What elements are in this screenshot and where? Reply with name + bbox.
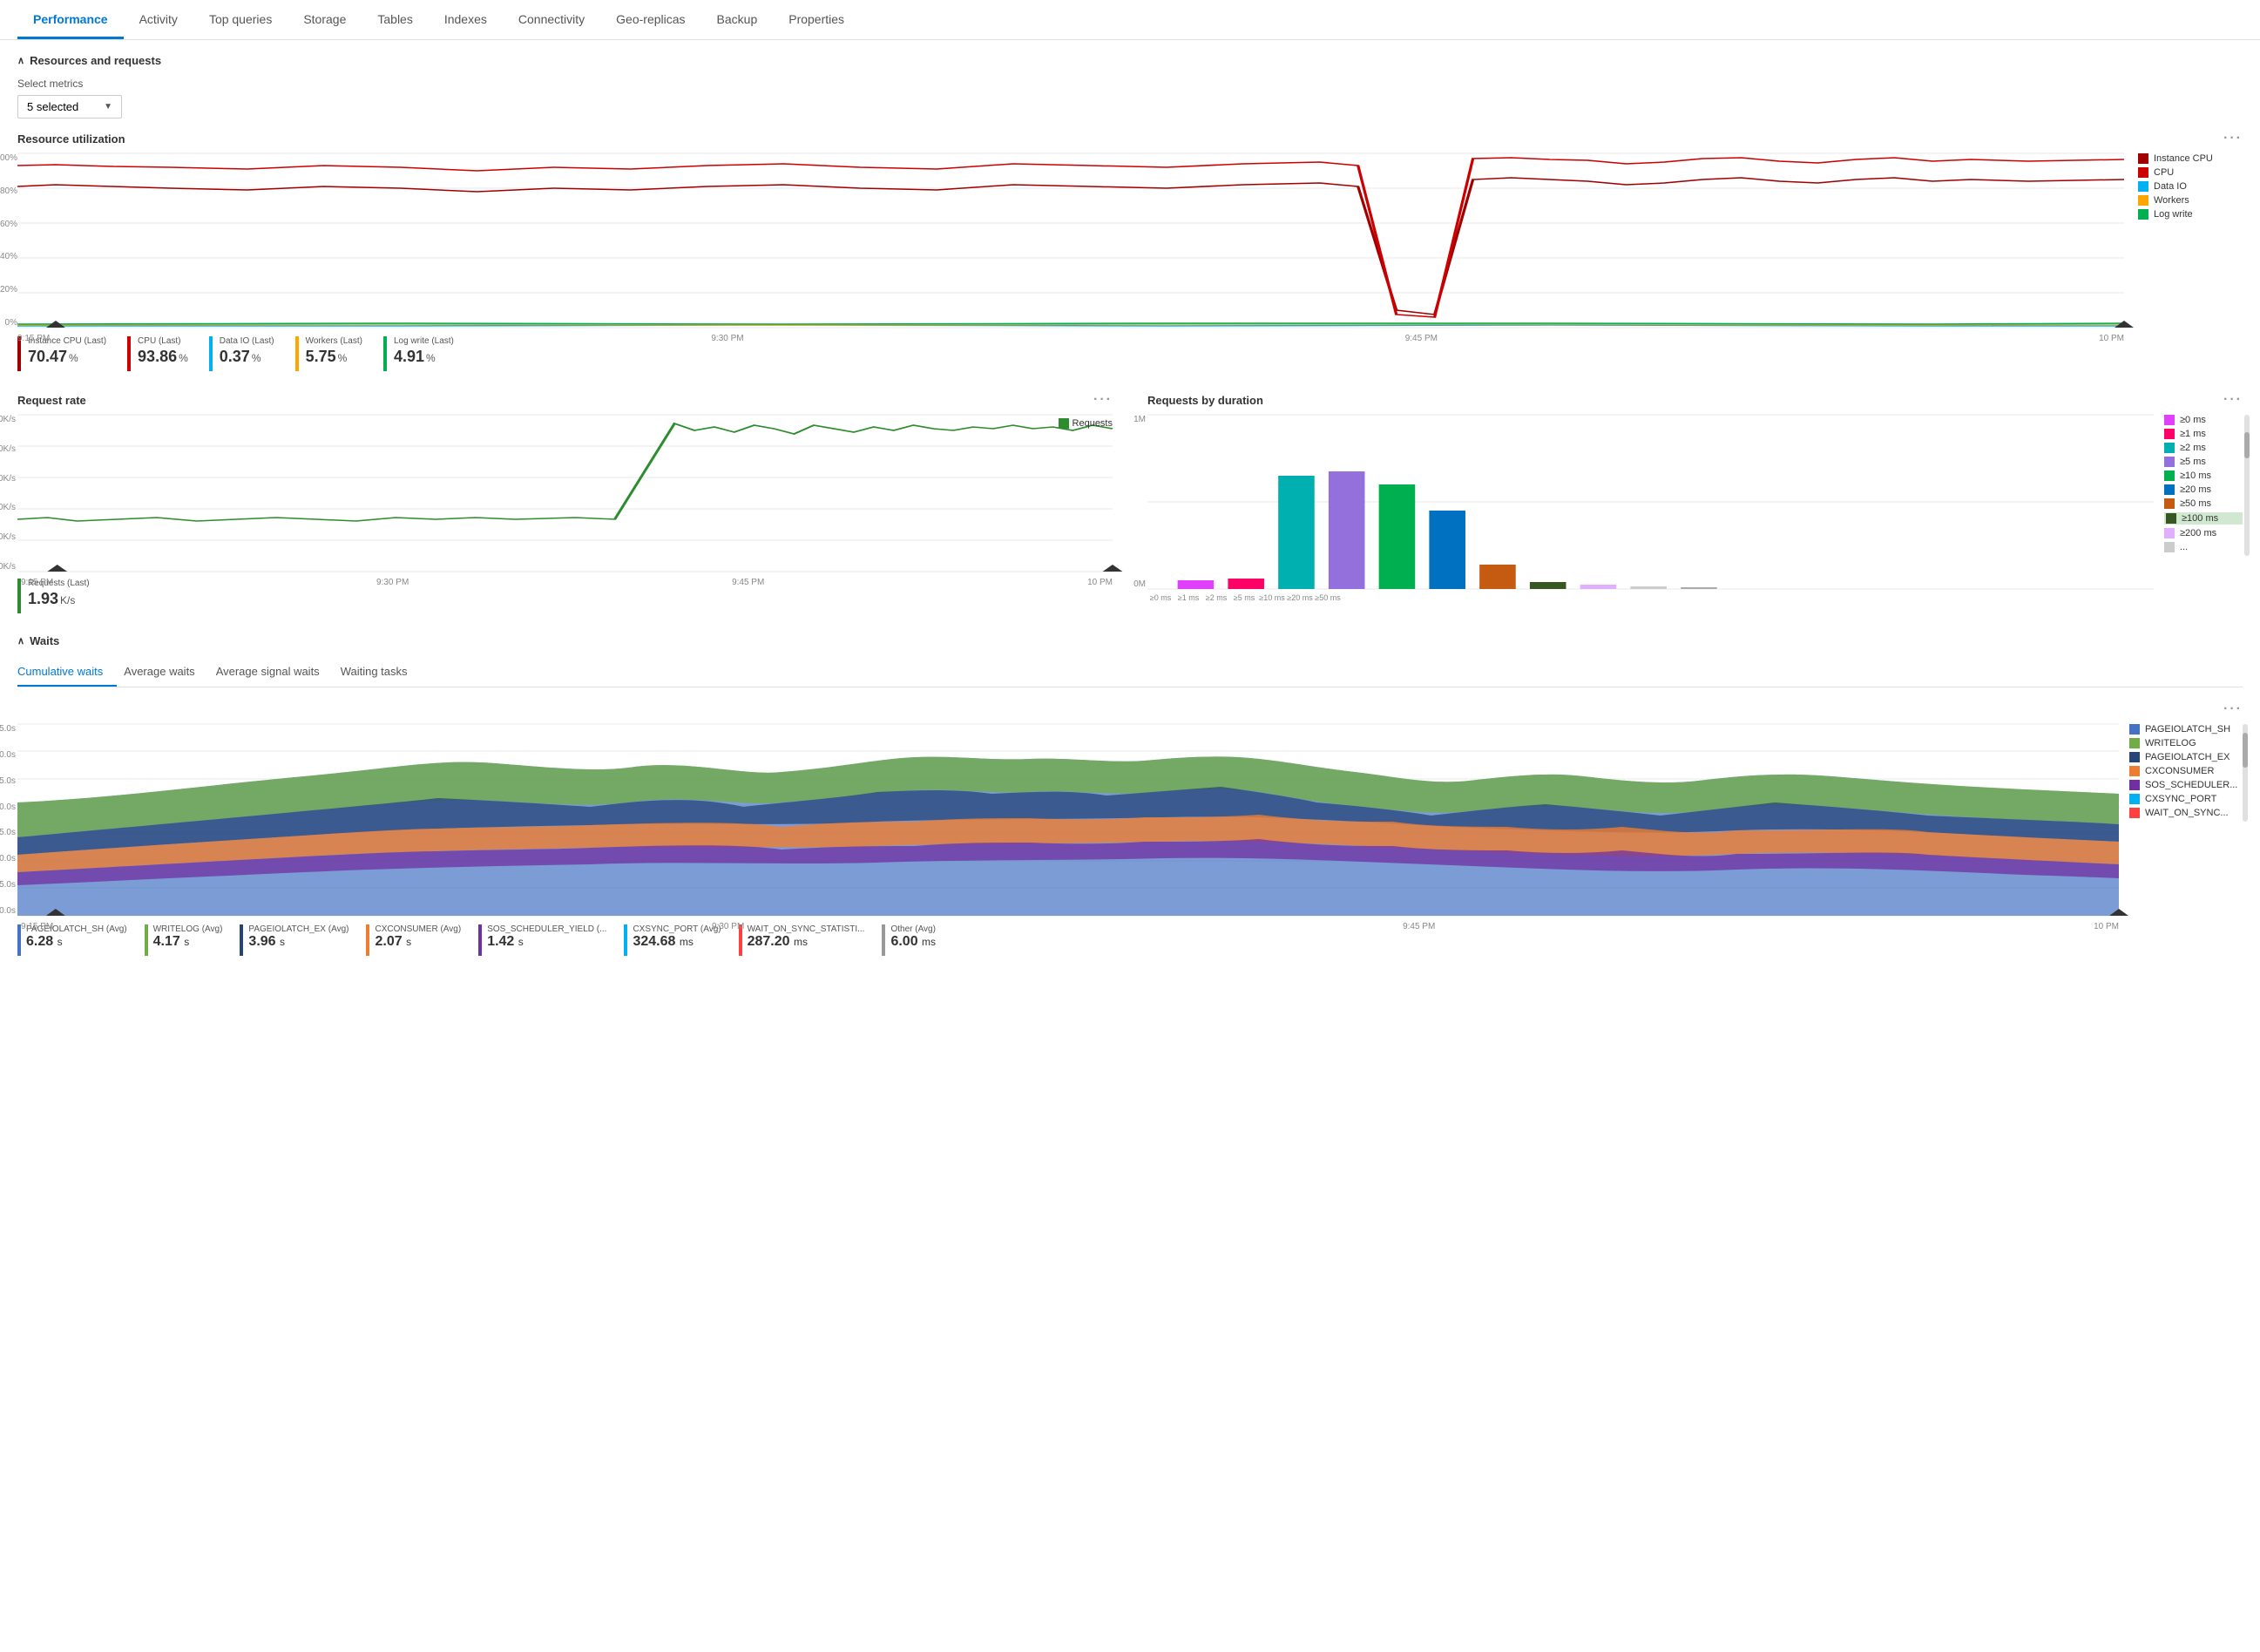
requests-by-duration-options-button[interactable]: ··· — [2223, 392, 2243, 408]
legend-wait-on-sync: WAIT_ON_SYNC... — [2129, 808, 2243, 818]
waits-tab-tasks[interactable]: Waiting tasks — [341, 658, 422, 687]
resource-chart-area: 100% 80% 60% 40% 20% 0% — [17, 153, 2124, 328]
tab-performance[interactable]: Performance — [17, 0, 124, 39]
legend-scrollbar-track — [2244, 415, 2250, 556]
tab-storage[interactable]: Storage — [288, 0, 362, 39]
legend-ge1ms: ≥1 ms — [2164, 429, 2243, 439]
legend-ge0ms: ≥0 ms — [2164, 415, 2243, 425]
resource-utilization-title: Resource utilization — [17, 132, 125, 146]
resource-utilization-legend: Instance CPU CPU Data IO Workers Log wri… — [2138, 153, 2243, 223]
legend-ge10ms: ≥10 ms — [2164, 471, 2243, 481]
waits-chart-options-button[interactable]: ··· — [2223, 701, 2243, 717]
tab-connectivity[interactable]: Connectivity — [503, 0, 600, 39]
tab-activity[interactable]: Activity — [124, 0, 193, 39]
tab-indexes[interactable]: Indexes — [429, 0, 503, 39]
resources-title: Resources and requests — [30, 54, 161, 67]
select-metrics-container: Select metrics 5 selected ▼ — [17, 78, 2243, 118]
waits-legend: PAGEIOLATCH_SH WRITELOG PAGEIOLATCH_EX C… — [2129, 724, 2243, 822]
legend-data-io: Data IO — [2138, 181, 2243, 192]
waits-legend-scrollbar-track — [2243, 724, 2248, 822]
legend-color-requests — [1059, 418, 1069, 429]
requests-by-duration-chart: 1M 0M — [1147, 415, 2243, 589]
resource-utilization-chart: 100% 80% 60% 40% 20% 0% — [17, 153, 2243, 328]
legend-cxsync-port: CXSYNC_PORT — [2129, 794, 2243, 804]
waits-tab-average[interactable]: Average waits — [124, 658, 208, 687]
x-axis-request-rate: 9:15 PM 9:30 PM 9:45 PM 10 PM — [17, 578, 1113, 587]
tab-backup[interactable]: Backup — [701, 0, 774, 39]
legend-color-workers — [2138, 195, 2148, 206]
two-col-charts: Request rate ··· 2.50K/s 2.00K/s 1.50K/s… — [17, 392, 2243, 613]
legend-color-log-write — [2138, 209, 2148, 220]
x-axis-resource: 9:15 PM 9:30 PM 9:45 PM 10 PM — [17, 334, 2124, 343]
legend-log-write: Log write — [2138, 209, 2243, 220]
request-rate-title-row: Request rate ··· — [17, 392, 1113, 408]
legend-writelog: WRITELOG — [2129, 738, 2243, 748]
y-axis-waits: 35.0s 30.0s 25.0s 20.0s 15.0s 10.0s 5.0s… — [0, 724, 16, 916]
waits-section: ∧ Waits Cumulative waits Average waits A… — [17, 634, 2243, 956]
waits-tab-cumulative[interactable]: Cumulative waits — [17, 658, 117, 687]
request-rate-section: Request rate ··· 2.50K/s 2.00K/s 1.50K/s… — [17, 392, 1113, 613]
legend-workers: Workers — [2138, 195, 2243, 206]
legend-pageiolatch-sh: PAGEIOLATCH_SH — [2129, 724, 2243, 735]
tab-properties[interactable]: Properties — [773, 0, 860, 39]
waits-tabs: Cumulative waits Average waits Average s… — [17, 658, 2243, 687]
waits-legend-scrollbar-thumb — [2243, 733, 2248, 768]
legend-ge2ms: ≥2 ms — [2164, 443, 2243, 453]
main-tabs: Performance Activity Top queries Storage… — [0, 0, 2260, 40]
select-metrics-dropdown[interactable]: 5 selected ▼ — [17, 95, 122, 118]
y-axis-resource: 100% 80% 60% 40% 20% 0% — [0, 153, 17, 328]
legend-instance-cpu: Instance CPU — [2138, 153, 2243, 164]
requests-by-duration-title-row: Requests by duration ··· — [1147, 392, 2243, 408]
y-axis-duration: 1M 0M — [1130, 415, 1146, 589]
tab-top-queries[interactable]: Top queries — [193, 0, 288, 39]
waits-chart-title-row: ··· — [17, 701, 2243, 717]
request-rate-title: Request rate — [17, 394, 86, 407]
select-metrics-value: 5 selected — [27, 100, 78, 113]
legend-sos-scheduler: SOS_SCHEDULER... — [2129, 780, 2243, 790]
legend-pageiolatch-ex: PAGEIOLATCH_EX — [2129, 752, 2243, 762]
resource-utilization-title-row: Resource utilization ··· — [17, 131, 2243, 146]
page-content: ∧ Resources and requests Select metrics … — [0, 40, 2260, 970]
chevron-down-icon: ∧ — [17, 55, 24, 66]
tab-tables[interactable]: Tables — [362, 0, 428, 39]
resource-utilization-svg — [17, 153, 2124, 328]
legend-cxconsumer: CXCONSUMER — [2129, 766, 2243, 776]
requests-by-duration-legend: ≥0 ms ≥1 ms ≥2 ms ≥5 ms ≥10 ms — [2164, 415, 2243, 556]
legend-color-instance-cpu — [2138, 153, 2148, 164]
legend-scrollbar-thumb — [2244, 432, 2250, 458]
legend-ge20ms: ≥20 ms — [2164, 484, 2243, 495]
request-rate-chart-area: 2.50K/s 2.00K/s 1.50K/s 1.00K/s 0.50K/s … — [17, 415, 1113, 572]
legend-ge5ms: ≥5 ms — [2164, 457, 2243, 467]
waits-chart-area: 35.0s 30.0s 25.0s 20.0s 15.0s 10.0s 5.0s… — [17, 724, 2119, 916]
request-rate-options-button[interactable]: ··· — [1093, 392, 1113, 408]
request-rate-legend: Requests — [1059, 418, 1113, 429]
legend-ge50ms: ≥50 ms — [2164, 498, 2243, 509]
waits-title: Waits — [30, 634, 59, 647]
x-axis-duration: ≥0 ms ≥1 ms ≥2 ms ≥5 ms ≥10 ms ≥20 ms ≥5… — [1147, 593, 2154, 602]
chart-options-button[interactable]: ··· — [2223, 131, 2243, 146]
waits-section-header: ∧ Waits — [17, 634, 2243, 647]
legend-ge200ms: ≥200 ms — [2164, 528, 2243, 538]
legend-cpu: CPU — [2138, 167, 2243, 178]
y-axis-request-rate: 2.50K/s 2.00K/s 1.50K/s 1.00K/s 0.50K/s … — [0, 415, 16, 572]
legend-color-data-io — [2138, 181, 2148, 192]
legend-more: ... — [2164, 542, 2243, 552]
requests-by-duration-section: Requests by duration ··· 1M 0M — [1147, 392, 2243, 613]
legend-color-cpu — [2138, 167, 2148, 178]
resources-section-header: ∧ Resources and requests — [17, 54, 2243, 67]
waits-tab-signal[interactable]: Average signal waits — [216, 658, 334, 687]
tab-geo-replicas[interactable]: Geo-replicas — [600, 0, 700, 39]
requests-by-duration-title: Requests by duration — [1147, 394, 1263, 407]
x-axis-waits: 9:15 PM 9:30 PM 9:45 PM 10 PM — [17, 922, 2119, 931]
waits-chart-container: 35.0s 30.0s 25.0s 20.0s 15.0s 10.0s 5.0s… — [17, 724, 2243, 916]
requests-by-duration-svg — [1147, 415, 2154, 589]
select-metrics-label: Select metrics — [17, 78, 2243, 90]
chevron-down-icon: ▼ — [104, 102, 112, 112]
legend-ge100ms: ≥100 ms — [2164, 512, 2243, 525]
resource-utilization-section: Resource utilization ··· 100% 80% 60% 40… — [17, 131, 2243, 371]
requests-by-duration-chart-area: 1M 0M — [1147, 415, 2154, 589]
waits-chart-svg — [17, 724, 2119, 916]
waits-chevron-icon: ∧ — [17, 635, 24, 647]
request-rate-svg — [17, 415, 1113, 572]
